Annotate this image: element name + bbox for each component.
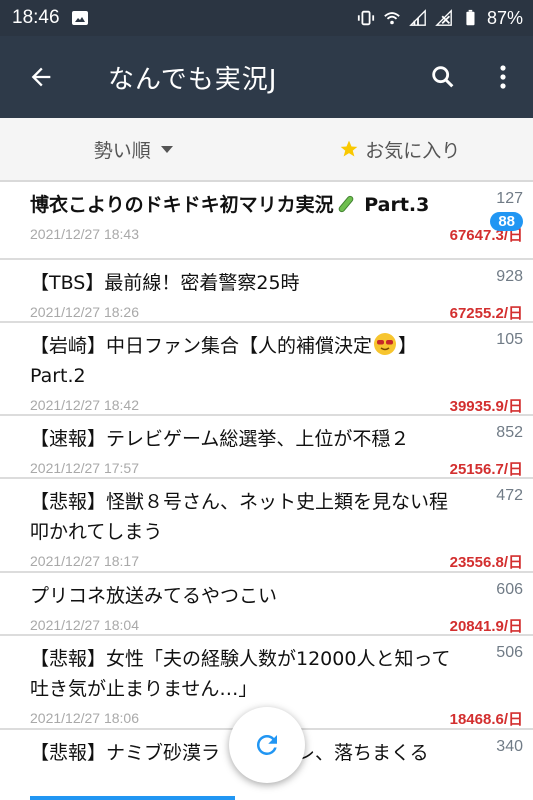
unread-badge: 88 <box>490 212 523 231</box>
thread-row[interactable]: プリコネ放送みてるやつこい 606 2021/12/27 18:04 20841… <box>0 573 533 636</box>
refresh-icon <box>256 735 277 755</box>
response-count: 127 <box>496 190 523 207</box>
thread-row[interactable]: 博衣こよりのドキドキ初マリカ実況 Part.3 127 88 2021/12/2… <box>0 182 533 260</box>
board-title: なんでも実況J <box>108 64 278 95</box>
thread-row[interactable]: 【TBS】最前線！密着警察25時 928 2021/12/27 18:26 67… <box>0 260 533 323</box>
battery-percent: 87% <box>486 7 523 28</box>
thread-title: 【TBS】最前線！密着警察25時 <box>30 272 300 294</box>
thread-row[interactable]: 【速報】テレビゲーム総選挙、上位が不穏２ 852 2021/12/27 17:5… <box>0 416 533 479</box>
test-tube-icon <box>338 195 353 213</box>
thread-title: 【悲報】女性「夫の経験人数が12000人と知って吐き気が止まりません…」 <box>30 648 451 700</box>
signal-icon-2 <box>435 9 452 26</box>
dropdown-caret-icon <box>160 145 173 153</box>
response-count: 852 <box>496 424 523 441</box>
thread-title: 【岩崎】中日ファン集合【人的補償決定 】Part.2 <box>30 331 521 391</box>
thread-speed: 25156.7/日 <box>449 460 523 478</box>
thread-date: 2021/12/27 18:26 <box>30 304 139 320</box>
more-vert-icon <box>500 65 506 89</box>
overflow-menu-button[interactable] <box>473 36 533 118</box>
thread-speed: 67255.2/日 <box>449 304 523 322</box>
thread-speed: 23556.8/日 <box>449 553 523 571</box>
image-notification-icon <box>71 11 88 25</box>
response-count: 472 <box>496 487 523 504</box>
response-count: 928 <box>496 268 523 285</box>
search-icon <box>432 66 454 88</box>
thread-title: 博衣こよりのドキドキ初マリカ実況 Part.3 <box>30 194 430 216</box>
scroll-progress-bar <box>30 796 235 800</box>
sunglasses-emoji-icon <box>374 333 397 355</box>
sort-tabs: 勢い順 お気に入り <box>0 118 533 182</box>
tab-sort-momentum[interactable]: 勢い順 <box>0 118 267 180</box>
thread-date: 2021/12/27 18:42 <box>30 397 139 413</box>
response-count: 606 <box>496 581 523 598</box>
tab-favorites[interactable]: お気に入り <box>267 118 533 180</box>
signal-icon <box>409 9 426 26</box>
thread-date: 2021/12/27 17:57 <box>30 460 139 476</box>
thread-speed: 39935.9/日 <box>449 397 523 415</box>
thread-date: 2021/12/27 18:06 <box>30 710 139 726</box>
thread-speed: 20841.9/日 <box>449 617 523 635</box>
thread-date: 2021/12/27 18:04 <box>30 617 139 633</box>
tab-sort-label: 勢い順 <box>93 139 151 162</box>
star-icon <box>340 140 358 157</box>
thread-date: 2021/12/27 18:43 <box>30 226 139 242</box>
response-count: 340 <box>496 738 523 755</box>
response-count: 105 <box>496 331 523 348</box>
app-bar: なんでも実況J <box>0 36 533 118</box>
search-button[interactable] <box>413 36 473 118</box>
back-button[interactable] <box>0 36 82 118</box>
status-time: 18:46 <box>12 7 60 28</box>
wifi-icon <box>384 12 400 25</box>
thread-row[interactable]: 【岩崎】中日ファン集合【人的補償決定 】Part.2 105 2021/12/27… <box>0 323 533 416</box>
thread-date: 2021/12/27 18:17 <box>30 553 139 569</box>
back-arrow-icon <box>31 67 51 87</box>
thread-row[interactable]: 【悲報】怪獣８号さん、ネット史上類を見ない程叩かれてしまう 472 2021/1… <box>0 479 533 573</box>
thread-title: プリコネ放送みてるやつこい <box>30 585 278 607</box>
thread-speed: 18468.6/日 <box>449 710 523 728</box>
status-bar: 18:46 87% <box>0 0 533 36</box>
battery-icon <box>466 9 475 26</box>
thread-title: 【悲報】怪獣８号さん、ネット史上類を見ない程叩かれてしまう <box>30 491 449 543</box>
refresh-button[interactable] <box>229 707 305 783</box>
response-count: 506 <box>496 644 523 661</box>
thread-title: 【速報】テレビゲーム総選挙、上位が不穏２ <box>30 428 410 450</box>
tab-favorites-label: お気に入り <box>365 139 461 162</box>
vibrate-icon <box>357 10 375 26</box>
